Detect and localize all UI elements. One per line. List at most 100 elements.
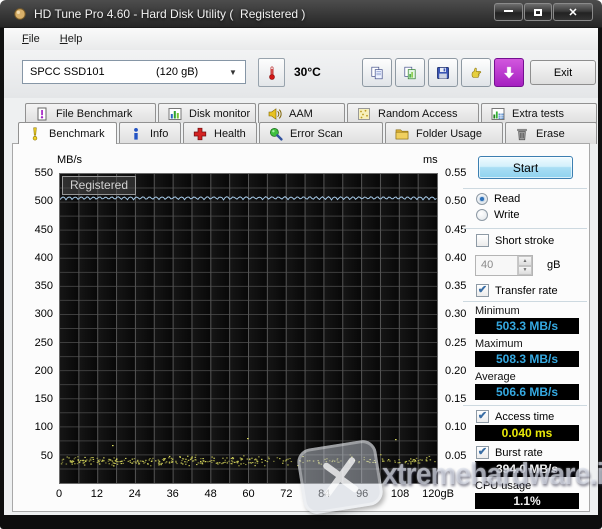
maximum-value: 508.3 MB/s: [475, 351, 579, 367]
write-radio[interactable]: Write: [476, 209, 519, 221]
file-benchmark-icon: [35, 107, 49, 121]
cpu-usage-value: 1.1%: [475, 493, 579, 509]
tab-random-access[interactable]: Random Access: [347, 103, 479, 123]
tab-label: Erase: [536, 127, 565, 140]
copy-icon: [370, 66, 384, 80]
maximum-label: Maximum: [475, 338, 523, 350]
tab-benchmark[interactable]: Benchmark: [18, 122, 117, 144]
benchmark-icon: [28, 127, 42, 141]
tab-erase[interactable]: Erase: [505, 122, 597, 144]
save-icon: [436, 66, 450, 80]
tab-label: AAM: [289, 107, 313, 120]
spin-down-icon[interactable]: ▼: [518, 265, 532, 275]
registered-overlay: Registered: [62, 176, 137, 195]
client-area: File Help SPCC SSD101 (120 gB) ▼ 30°C Exi…: [4, 28, 598, 515]
burst-rate-value: 394.0 MB/s: [475, 461, 579, 477]
download-button[interactable]: [494, 58, 524, 87]
maximize-icon: [534, 8, 542, 16]
download-icon: [502, 66, 516, 80]
temperature-button[interactable]: [258, 58, 285, 87]
short-stroke-unit: gB: [547, 259, 561, 271]
tab-extra-tests[interactable]: Extra tests: [481, 103, 597, 123]
thermometer-icon: [265, 65, 279, 80]
transfer-rate-checkbox[interactable]: ✔ Transfer rate: [476, 284, 558, 297]
drive-capacity: (120 gB): [156, 66, 199, 78]
app-icon: [13, 7, 27, 21]
save-button[interactable]: [428, 58, 458, 87]
toolbar: SPCC SSD101 (120 gB) ▼ 30°C Exit: [4, 50, 598, 98]
disk-monitor-icon: [168, 107, 182, 121]
left-axis-title: MB/s: [57, 154, 83, 166]
menu-file[interactable]: File: [22, 33, 40, 45]
tab-label: Disk monitor: [189, 107, 251, 120]
copy-image-button[interactable]: [395, 58, 425, 87]
chevron-down-icon: ▼: [229, 67, 237, 77]
checkbox-unchecked-icon: [476, 234, 489, 247]
start-label: Start: [512, 160, 539, 175]
cpu-usage-label: CPU usage: [475, 480, 532, 492]
tab-row-secondary: File Benchmark Disk monitor AAM Random Acce…: [25, 103, 597, 123]
checkbox-checked-icon: ✔: [476, 410, 489, 423]
temperature-value: 30°C: [294, 65, 321, 79]
average-label: Average: [475, 371, 516, 383]
minimum-label: Minimum: [475, 305, 520, 317]
close-button[interactable]: ✕: [553, 3, 593, 21]
tab-row-primary: Benchmark Info Health Error Scan Folder Usag…: [18, 122, 597, 144]
tab-label: Random Access: [378, 107, 458, 120]
drive-select[interactable]: SPCC SSD101 (120 gB) ▼: [22, 60, 246, 84]
titlebar[interactable]: HD Tune Pro 4.60 - Hard Disk Utility ( R…: [0, 0, 602, 28]
tab-label: Info: [150, 127, 169, 140]
minimize-button[interactable]: [494, 3, 523, 21]
tab-label: Health: [214, 127, 246, 140]
checkbox-checked-icon: ✔: [476, 284, 489, 297]
options-button[interactable]: [461, 58, 491, 87]
short-stroke-size-value: 40: [481, 259, 494, 271]
info-icon: [129, 127, 143, 141]
write-label: Write: [494, 209, 520, 221]
access-time-checkbox[interactable]: ✔ Access time: [476, 410, 554, 423]
start-button[interactable]: Start: [478, 156, 573, 179]
tab-aam[interactable]: AAM: [258, 103, 345, 123]
burst-rate-checkbox[interactable]: ✔ Burst rate: [476, 446, 543, 459]
tab-file-benchmark[interactable]: File Benchmark: [25, 103, 156, 123]
benchmark-plot: Registered: [59, 173, 438, 484]
read-label: Read: [494, 193, 521, 205]
tab-info[interactable]: Info: [119, 122, 181, 144]
maximize-button[interactable]: [524, 3, 552, 21]
folder-usage-icon: [395, 127, 409, 141]
health-icon: [193, 127, 207, 141]
tab-label: Error Scan: [290, 127, 343, 140]
tab-disk-monitor[interactable]: Disk monitor: [158, 103, 256, 123]
minimum-value: 503.3 MB/s: [475, 318, 579, 334]
exit-button[interactable]: Exit: [530, 60, 596, 85]
tab-label: Extra tests: [512, 107, 564, 120]
transfer-rate-label: Transfer rate: [495, 284, 558, 297]
tab-label: File Benchmark: [56, 107, 133, 120]
copy-image-icon: [403, 66, 417, 80]
short-stroke-checkbox[interactable]: Short stroke: [476, 234, 554, 247]
tab-health[interactable]: Health: [183, 122, 257, 144]
hd-tune-window: HD Tune Pro 4.60 - Hard Disk Utility ( R…: [0, 0, 602, 529]
error-scan-icon: [269, 127, 283, 141]
tab-label: Folder Usage: [416, 127, 483, 140]
menubar: File Help: [4, 28, 598, 50]
access-time-label: Access time: [495, 410, 555, 423]
copy-text-button[interactable]: [362, 58, 392, 87]
tab-label: Benchmark: [49, 127, 105, 140]
average-value: 506.6 MB/s: [475, 384, 579, 400]
random-access-icon: [357, 107, 371, 121]
tab-error-scan[interactable]: Error Scan: [259, 122, 383, 144]
window-title: HD Tune Pro 4.60 - Hard Disk Utility ( R…: [34, 7, 306, 21]
benchmark-tab-page: MB/s ms 550 500 450 400 350 300 250 200 150 100 50…: [12, 143, 590, 512]
short-stroke-size-input[interactable]: 40 ▲ ▼: [475, 255, 533, 276]
access-time-value: 0.040 ms: [475, 425, 579, 441]
close-icon: ✕: [568, 6, 578, 19]
radio-icon: [476, 209, 488, 221]
spin-up-icon[interactable]: ▲: [518, 256, 532, 266]
tab-folder-usage[interactable]: Folder Usage: [385, 122, 503, 144]
menu-help[interactable]: Help: [60, 33, 83, 45]
hand-icon: [469, 66, 483, 80]
read-radio[interactable]: Read: [476, 193, 520, 205]
drive-name: SPCC SSD101: [30, 66, 105, 78]
right-axis-title: ms: [423, 154, 438, 166]
